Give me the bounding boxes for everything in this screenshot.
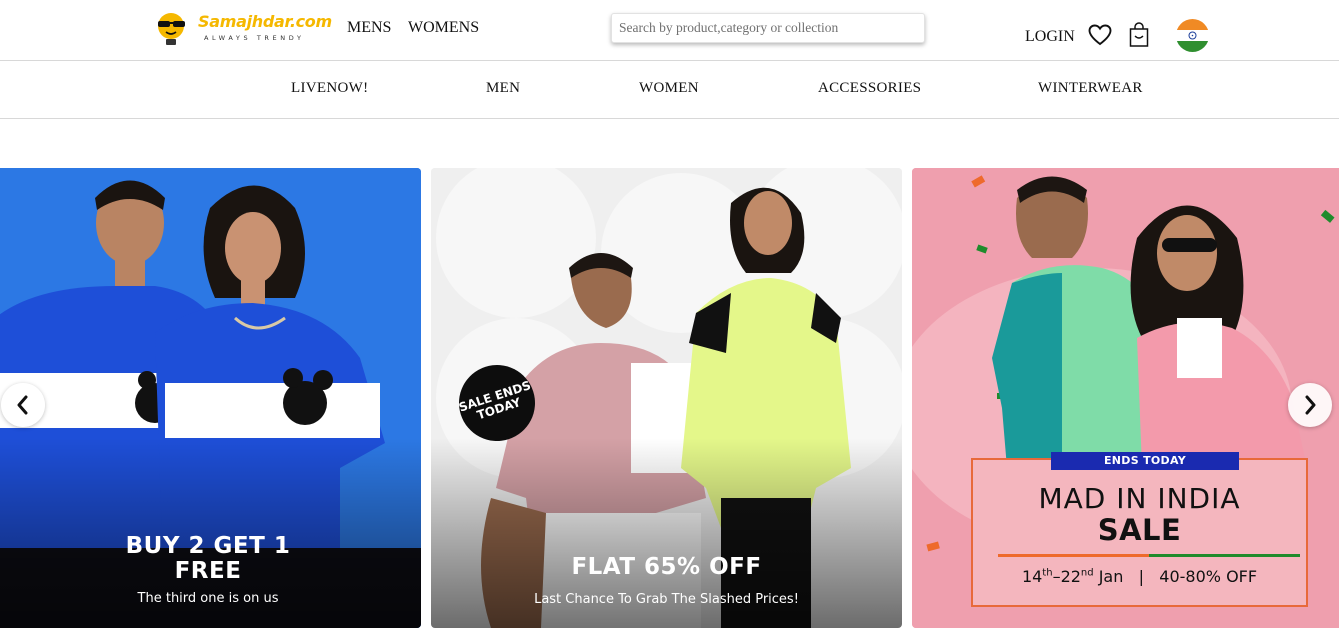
logo-tagline: ALWAYS TRENDY <box>204 34 305 42</box>
promo-discount: 40-80% OFF <box>1159 567 1258 586</box>
search-box[interactable] <box>611 13 925 43</box>
promo-month: Jan <box>1093 567 1124 586</box>
slide1-headline-line2: FREE <box>174 558 242 584</box>
login-link[interactable]: LOGIN <box>1025 28 1075 46</box>
slide2-subtext: Last Chance To Grab The Slashed Prices! <box>534 592 799 607</box>
slide1-subtext: The third one is on us <box>137 591 279 606</box>
shopping-bag-icon[interactable] <box>1129 22 1149 53</box>
carousel-prev-button[interactable] <box>1 383 45 427</box>
top-header: Samajhdar.com ALWAYS TRENDY MENS WOMENS … <box>0 0 1339 61</box>
category-winterwear[interactable]: WINTERWEAR <box>1038 80 1143 97</box>
chevron-left-icon <box>17 395 28 415</box>
category-livenow[interactable]: LIVENOW! <box>291 80 368 97</box>
hero-carousel: BUY 2 GET 1 FREE The third one is on us <box>0 168 1339 628</box>
logo-emoji-icon <box>158 13 185 45</box>
slide2-headline: FLAT 65% OFF <box>571 554 762 580</box>
promo-date-end: –22 <box>1052 567 1081 586</box>
wishlist-heart-icon[interactable] <box>1088 24 1112 51</box>
category-women[interactable]: WOMEN <box>639 80 699 97</box>
promo-separator: | <box>1138 567 1145 586</box>
ends-today-ribbon: ENDS TODAY <box>1051 452 1239 470</box>
carousel-next-button[interactable] <box>1288 383 1332 427</box>
category-men[interactable]: MEN <box>486 80 520 97</box>
category-nav: LIVENOW! MEN WOMEN ACCESSORIES WINTERWEA… <box>0 61 1339 119</box>
carousel-slide-mad-in-india[interactable]: ENDS TODAY MAD IN INDIA SALE 14th–22nd J… <box>912 168 1339 628</box>
site-logo[interactable]: Samajhdar.com ALWAYS TRENDY <box>154 10 332 50</box>
promo-date-end-suffix: nd <box>1080 567 1094 579</box>
category-accessories[interactable]: ACCESSORIES <box>818 80 921 97</box>
slide1-headline-line1: BUY 2 GET 1 <box>125 533 291 559</box>
india-flag-icon[interactable] <box>1176 19 1209 52</box>
promo-date-start: 14 <box>1021 567 1043 586</box>
promo-sale: SALE <box>1097 513 1182 547</box>
tricolor-divider <box>998 554 1300 557</box>
search-input[interactable] <box>612 14 924 42</box>
carousel-slide-flat65[interactable]: SALE ENDS TODAY FLAT 65% OFF Last Chance… <box>431 168 902 628</box>
promo-title: MAD IN INDIA <box>1038 482 1241 515</box>
logo-text: Samajhdar.com <box>198 12 332 31</box>
mad-in-india-promo-box: ENDS TODAY MAD IN INDIA SALE 14th–22nd J… <box>971 452 1308 607</box>
nav-mens[interactable]: MENS <box>347 19 391 37</box>
carousel-slide-buy2get1[interactable]: BUY 2 GET 1 FREE The third one is on us <box>0 168 421 628</box>
chevron-right-icon <box>1305 395 1316 415</box>
promo-date-start-suffix: th <box>1042 567 1053 579</box>
promo-dates: 14th–22nd Jan | 40-80% OFF <box>973 567 1306 586</box>
nav-womens[interactable]: WOMENS <box>408 19 479 37</box>
